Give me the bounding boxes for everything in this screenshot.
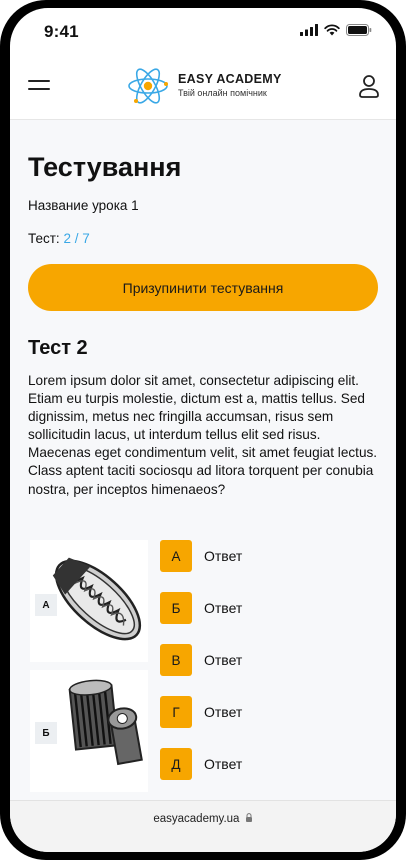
wifi-icon [324,24,340,36]
test-progress-label: Тест: [28,231,60,246]
status-icons [300,24,372,36]
lock-icon [245,813,252,822]
answer-text: Ответ [204,704,243,720]
url-text: easyacademy.ua [153,813,240,825]
brand[interactable]: EASY ACADEMY Твій онлайн помічник [178,72,282,98]
image-label-a: А [35,594,57,616]
test-progress: Тест: 2 / 7 [28,231,90,246]
app-header: EASY ACADEMY Твій онлайн помічник [10,54,396,120]
answer-option-v[interactable]: В Ответ [160,644,242,676]
main-content: Тестування Название урока 1 Тест: 2 / 7 … [10,120,396,800]
lesson-name: Название урока 1 [28,198,139,213]
answer-text: Ответ [204,600,243,616]
answer-letter[interactable]: Д [160,748,192,780]
question-image-a: А [30,540,148,662]
phone-frame: 9:41 EASY ACADEMY Твій онлайн помічник Т… [0,0,406,860]
browser-url[interactable]: easyacademy.ua [10,813,396,825]
image-label-b: Б [35,722,57,744]
page-title: Тестування [28,152,182,182]
answer-option-d[interactable]: Д Ответ [160,748,242,780]
answer-letter[interactable]: А [160,540,192,572]
answer-letter[interactable]: Б [160,592,192,624]
brand-subtitle: Твій онлайн помічник [178,88,267,98]
answer-option-b[interactable]: Б Ответ [160,592,242,624]
battery-icon [346,24,372,36]
answer-letter[interactable]: Г [160,696,192,728]
answer-text: Ответ [204,652,243,668]
screen: 9:41 EASY ACADEMY Твій онлайн помічник Т… [10,8,396,852]
answer-text: Ответ [204,756,243,772]
menu-icon[interactable] [28,78,50,92]
answer-option-g[interactable]: Г Ответ [160,696,242,728]
answer-option-a[interactable]: А Ответ [160,540,242,572]
question-image-b: Б [30,670,148,792]
answer-letter[interactable]: В [160,644,192,676]
test-progress-value: 2 / 7 [63,231,90,246]
answer-text: Ответ [204,548,243,564]
status-time: 9:41 [44,22,79,41]
test-title: Тест 2 [28,337,88,359]
signal-icon [300,24,318,36]
user-icon[interactable] [358,74,380,98]
pause-test-button[interactable]: Призупинити тестування [28,264,378,311]
status-bar: 9:41 [10,8,396,54]
atom-logo-icon[interactable] [126,64,170,108]
brand-title: EASY ACADEMY [178,72,282,86]
question-text: Lorem ipsum dolor sit amet, consectetur … [28,373,378,497]
browser-bar: easyacademy.ua [10,800,396,852]
